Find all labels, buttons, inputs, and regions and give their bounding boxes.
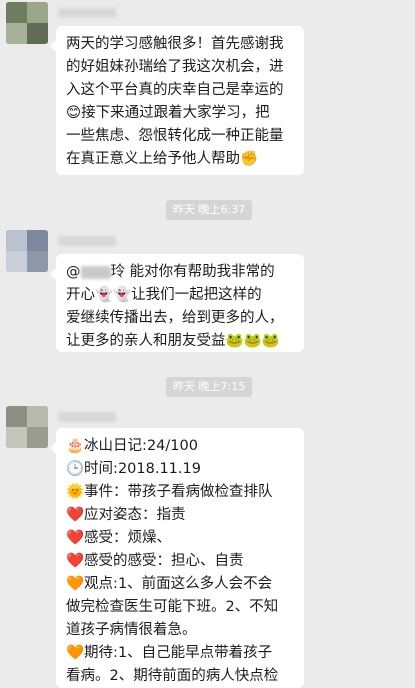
message-line: 🧡观点:1、前面这么多人会不会: [66, 576, 273, 592]
message-line: 🧡期待:1、自己能早点带着孩子: [66, 645, 273, 661]
message-line: ❤️应对姿态：指责: [66, 507, 186, 523]
avatar[interactable]: [6, 2, 48, 44]
message-line: 一些焦虑、怨恨转化成一种正能量: [66, 128, 284, 144]
message-bubble[interactable]: 🎂冰山日记:24/100 🕒时间:2018.11.19 🌞事件：带孩子看病做检查…: [50, 428, 304, 688]
message-line: 做完检查医生可能下班。2、不知: [66, 599, 279, 615]
message-line: 的好姐妹孙瑞给了我这次机会，进: [66, 59, 284, 75]
message-line: 开心👻👻让我们一起把这样的: [66, 287, 262, 303]
message-line: 在真正意义上给予他人帮助✊: [66, 151, 259, 167]
timestamp: 昨天 晚上7:15: [166, 377, 253, 397]
message-line: 🎂冰山日记:24/100: [66, 438, 198, 454]
message-line: 🕒时间:2018.11.19: [66, 461, 201, 477]
sender-name: [58, 8, 116, 18]
message-line-text: 玲 能对你有帮助我非常的: [110, 264, 275, 280]
mention-name-redacted: [80, 265, 111, 279]
timestamp: 昨天 晚上6:37: [166, 200, 253, 220]
message-line: 🌞事件：带孩子看病做检查排队: [66, 484, 273, 500]
message-line: @ 玲 能对你有帮助我非常的: [66, 261, 294, 284]
message-line: 看病。2、期待前面的病人快点检: [66, 668, 279, 684]
avatar[interactable]: [6, 230, 48, 272]
sender-name: [58, 412, 116, 422]
mention[interactable]: @: [66, 264, 81, 280]
message-line: 道孩子病情很着急。: [66, 622, 197, 638]
message-line: 两天的学习感触很多！首先感谢我: [66, 36, 284, 52]
message-line: 让更多的亲人和朋友受益🐸🐸🐸: [66, 333, 280, 349]
message-line: 入这个平台真的庆幸自己是幸运的: [66, 82, 284, 98]
message-line: ❤️感受：烦燥、: [66, 530, 172, 546]
message-line: 😊接下来通过跟着大家学习，把: [66, 105, 270, 121]
sender-name: [58, 236, 116, 246]
message-bubble[interactable]: 两天的学习感触很多！首先感谢我 的好姐妹孙瑞给了我这次机会，进 入这个平台真的庆…: [50, 26, 304, 175]
message-bubble[interactable]: @ 玲 能对你有帮助我非常的 开心👻👻让我们一起把这样的 爱继续传播出去，给到更多…: [50, 254, 304, 352]
message-line: ❤️感受的感受：担心、自责: [66, 553, 244, 569]
message-line: 爱继续传播出去，给到更多的人，: [66, 310, 284, 326]
avatar[interactable]: [6, 406, 48, 448]
